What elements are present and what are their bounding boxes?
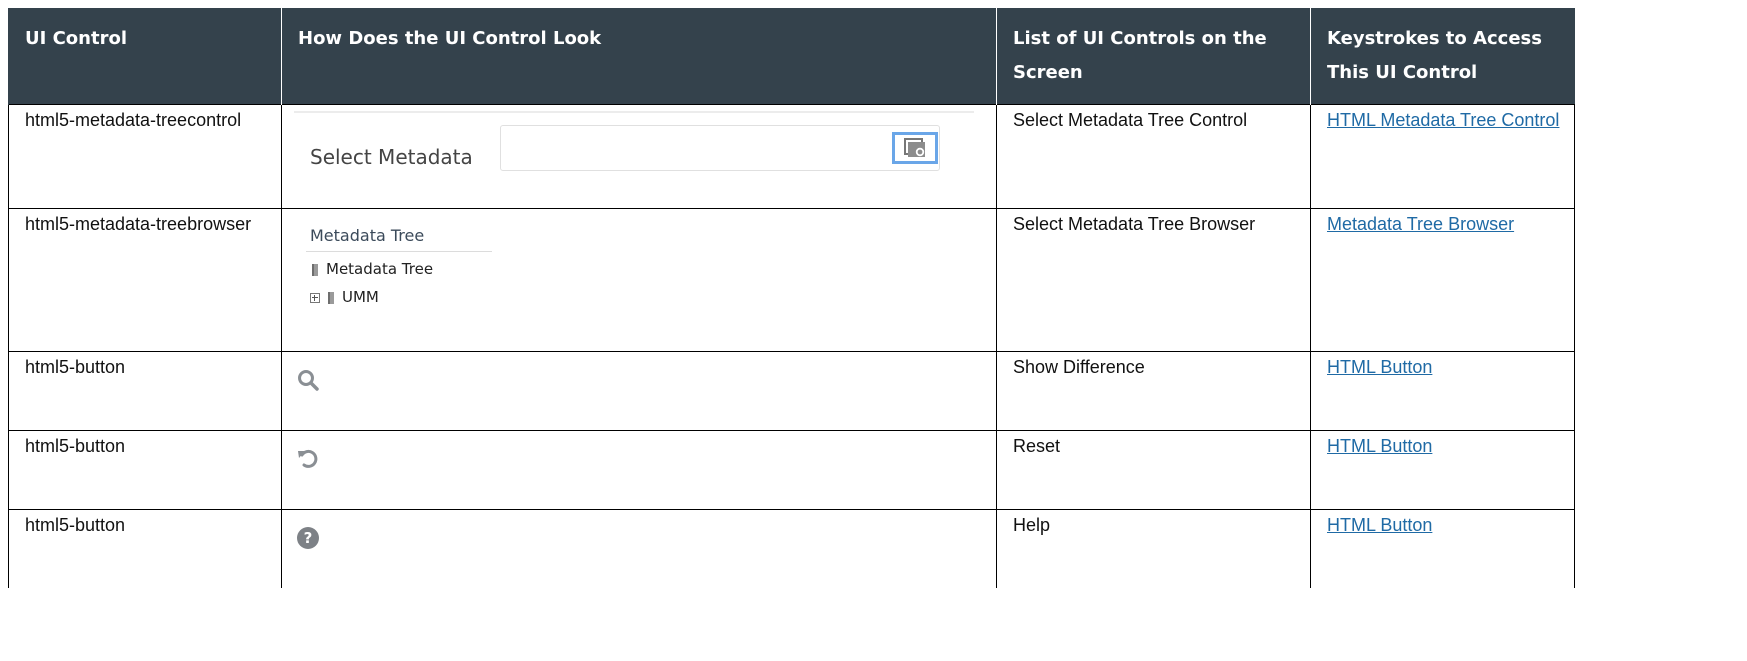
ui-control-name: html5-metadata-treebrowser [8, 208, 282, 352]
keystroke-link[interactable]: HTML Button [1327, 515, 1432, 535]
ui-control-name: html5-button [8, 430, 282, 510]
folder-icon [328, 291, 334, 304]
svg-text:?: ? [304, 529, 313, 547]
divider [294, 111, 974, 113]
screen-control-name: Reset [996, 430, 1311, 510]
table-header-row: UI Control How Does the UI Control Look … [8, 8, 1575, 105]
divider [306, 251, 492, 252]
control-illustration: Metadata Tree Metadata Tree UMM [281, 208, 997, 352]
folder-icon [312, 263, 318, 276]
expand-icon[interactable] [310, 292, 320, 303]
screen-control-name: Help [996, 509, 1311, 588]
screen-control-name: Select Metadata Tree Control [996, 104, 1311, 209]
table-row: html5-button Reset HTML Button [8, 430, 1575, 510]
table-row: html5-metadata-treecontrol Select Metada… [8, 104, 1575, 209]
keystroke-link[interactable]: HTML Metadata Tree Control [1327, 110, 1559, 130]
keystroke-cell: HTML Button [1310, 509, 1575, 588]
screen-control-name: Select Metadata Tree Browser [996, 208, 1311, 352]
tree-node-label: UMM [342, 288, 379, 306]
control-illustration [281, 430, 997, 510]
table-row: html5-button Show Difference HTML Button [8, 351, 1575, 431]
help-icon[interactable]: ? [296, 526, 320, 550]
tree-node-label: Metadata Tree [326, 260, 434, 278]
metadata-picker-button[interactable] [892, 132, 938, 164]
ui-control-name: html5-button [8, 509, 282, 588]
select-metadata-label: Select Metadata [310, 145, 473, 169]
keystroke-cell: HTML Button [1310, 430, 1575, 510]
header-control-look: How Does the UI Control Look [281, 8, 997, 105]
keystroke-cell: HTML Button [1310, 351, 1575, 431]
ui-control-name: html5-metadata-treecontrol [8, 104, 282, 209]
tree-node-umm[interactable]: UMM [310, 285, 379, 310]
keystroke-link[interactable]: HTML Button [1327, 357, 1432, 377]
control-illustration: ? [281, 509, 997, 588]
control-illustration [281, 351, 997, 431]
header-controls-list: List of UI Controls on the Screen [996, 8, 1311, 105]
table-row: html5-button ? Help HTML Button [8, 509, 1575, 588]
document-page: UI Control How Does the UI Control Look … [8, 8, 1575, 588]
tree-node-root[interactable]: Metadata Tree [310, 257, 433, 282]
keystroke-cell: Metadata Tree Browser [1310, 208, 1575, 352]
select-metadata-input[interactable] [500, 125, 940, 171]
header-ui-control: UI Control [8, 8, 282, 105]
ui-control-name: html5-button [8, 351, 282, 431]
metadata-tree-browser: Metadata Tree Metadata Tree UMM [294, 215, 984, 335]
reset-icon[interactable] [296, 447, 320, 471]
header-keystrokes: Keystrokes to Access This UI Control [1310, 8, 1575, 105]
metadata-tree-title: Metadata Tree [310, 226, 425, 245]
control-illustration: Select Metadata [281, 104, 997, 209]
table-row: html5-metadata-treebrowser Metadata Tree… [8, 208, 1575, 352]
metadata-picker-icon [904, 138, 925, 157]
select-metadata-control: Select Metadata [294, 111, 984, 201]
ui-controls-table: UI Control How Does the UI Control Look … [8, 8, 1575, 588]
keystroke-link[interactable]: HTML Button [1327, 436, 1432, 456]
keystroke-link[interactable]: Metadata Tree Browser [1327, 214, 1514, 234]
search-icon[interactable] [296, 368, 320, 392]
screen-control-name: Show Difference [996, 351, 1311, 431]
keystroke-cell: HTML Metadata Tree Control [1310, 104, 1575, 209]
